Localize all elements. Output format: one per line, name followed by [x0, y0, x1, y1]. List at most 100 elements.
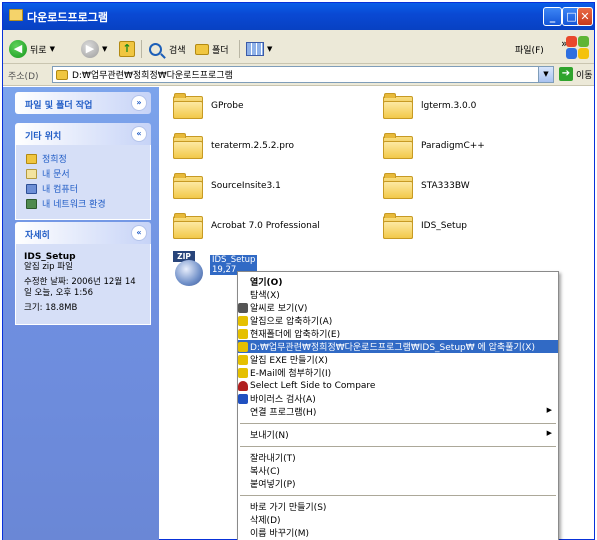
place-link[interactable]: 정희정	[26, 151, 142, 166]
folder-icon	[56, 69, 68, 80]
back-label: 뒤로	[30, 45, 47, 56]
menu-item-label: 잘라내기(T)	[250, 454, 296, 464]
folder-icon	[383, 93, 413, 119]
menu-item-virus-scan[interactable]: 바이러스 검사(A)	[238, 392, 558, 405]
alzip-icon	[238, 328, 248, 339]
search-icon	[149, 42, 162, 56]
place-link[interactable]: 내 네트워크 환경	[26, 196, 142, 211]
folder-item[interactable]: lgterm.3.0.0	[383, 89, 476, 123]
menu-item-label: 알집으로 압축하기(A)	[250, 317, 333, 327]
detail-modified: 수정한 날짜: 2006년 12월 14	[24, 277, 136, 287]
zip-file-name: IDS_Setup	[210, 255, 258, 265]
folder-item[interactable]: SourceInsite3.1	[173, 169, 281, 203]
folder-item[interactable]: IDS_Setup	[383, 209, 467, 243]
menu-item-open-with[interactable]: 연결 프로그램(H) ▶	[238, 405, 558, 418]
menu-item-cut[interactable]: 잘라내기(T)	[238, 451, 558, 464]
folder-item[interactable]: STA333BW	[383, 169, 470, 203]
folder-icon	[383, 213, 413, 239]
file-menu-label: 파일(F)	[515, 45, 544, 56]
computer-icon	[26, 183, 37, 194]
place-label: 내 문서	[42, 170, 70, 180]
panel-header[interactable]: 기타 위치 «	[15, 123, 151, 145]
menu-item-paste[interactable]: 붙여넣기(P)	[238, 477, 558, 490]
up-folder-button[interactable]: ↑	[119, 38, 135, 60]
search-button[interactable]: 검색	[149, 38, 186, 60]
menu-item-open[interactable]: 열기(O)	[238, 275, 558, 288]
file-tasks-panel: 파일 및 폴더 작업 »	[15, 92, 151, 114]
menu-item-label: 삭제(D)	[250, 516, 281, 526]
menu-item-copy[interactable]: 복사(C)	[238, 464, 558, 477]
detail-modified-2: 일 오늘, 오후 1:56	[24, 288, 93, 298]
menu-separator	[240, 446, 556, 447]
menu-item-explore[interactable]: 탐색(X)	[238, 288, 558, 301]
menu-item-send-to[interactable]: 보내기(N) ▶	[238, 428, 558, 441]
toolbar: ◀ 뒤로 ▼ ▶ ▼ ↑ 검색 폴더 ▼ 파일(F) »	[3, 34, 594, 64]
folder-icon	[173, 133, 203, 159]
folder-name: Acrobat 7.0 Professional	[211, 221, 320, 231]
menu-item-alzip-compress[interactable]: 알집으로 압축하기(A)	[238, 314, 558, 327]
folder-item[interactable]: ParadigmC++	[383, 129, 485, 163]
menu-item-alsee-view[interactable]: 알씨로 보기(V)	[238, 301, 558, 314]
place-link[interactable]: 내 컴퓨터	[26, 181, 142, 196]
folder-item[interactable]: teraterm.2.5.2.pro	[173, 129, 294, 163]
menu-item-make-exe[interactable]: 알집 EXE 만들기(X)	[238, 353, 558, 366]
menu-item-compare[interactable]: Select Left Side to Compare	[238, 379, 558, 392]
expand-icon[interactable]: »	[131, 95, 147, 111]
menu-item-extract-to-folder[interactable]: D:₩업무관련₩정희정₩다운로드프로그램₩IDS_Setup₩ 에 압축풀기(X…	[238, 340, 558, 353]
folder-icon	[173, 173, 203, 199]
go-button[interactable]: ➔ 이동	[559, 67, 593, 81]
forward-button[interactable]: ▶ ▼	[81, 38, 107, 60]
zip-file-icon[interactable]: ZIP	[173, 251, 205, 287]
collapse-icon[interactable]: «	[131, 225, 147, 241]
task-pane: 파일 및 폴더 작업 » 기타 위치 « 정희정 내 문서 내 컴퓨터 내 네트…	[3, 87, 159, 540]
archive-icon	[175, 260, 203, 286]
detail-file-name: IDS_Setup	[24, 252, 76, 262]
folders-icon	[195, 43, 209, 55]
address-input[interactable]: D:₩업무관련₩정희정₩다운로드프로그램 ▼	[52, 66, 554, 83]
views-button[interactable]: ▼	[246, 38, 272, 60]
menu-item-create-shortcut[interactable]: 바로 가기 만들기(S)	[238, 500, 558, 513]
folder-icon	[383, 133, 413, 159]
menu-item-label: 복사(C)	[250, 467, 280, 477]
panel-title: 자세히	[25, 231, 50, 241]
collapse-icon[interactable]: «	[131, 126, 147, 142]
detail-file-type: 알집 zip 파일	[24, 262, 73, 272]
folder-icon	[173, 93, 203, 119]
menu-item-label: 붙여넣기(P)	[250, 480, 296, 490]
window-title: 다운로드프로그램	[27, 11, 108, 24]
panel-header[interactable]: 파일 및 폴더 작업 »	[15, 92, 151, 114]
close-button[interactable]: ✕	[577, 7, 593, 26]
folder-item[interactable]: Acrobat 7.0 Professional	[173, 209, 320, 243]
folder-item[interactable]: GProbe	[173, 89, 244, 123]
caret-down-icon: ▼	[49, 45, 55, 53]
detail-size: 크기: 18.8MB	[24, 303, 78, 313]
title-bar[interactable]: 다운로드프로그램 _ □ ✕	[3, 3, 594, 30]
menu-item-delete[interactable]: 삭제(D)	[238, 513, 558, 526]
alzip-icon	[238, 341, 248, 352]
minimize-button[interactable]: _	[543, 7, 562, 26]
address-dropdown-button[interactable]: ▼	[538, 67, 553, 82]
back-button[interactable]: ◀ 뒤로 ▼	[9, 38, 55, 60]
alzip-icon	[238, 367, 248, 378]
menu-item-compress-here[interactable]: 현재폴더에 압축하기(E)	[238, 327, 558, 340]
menu-item-email-attach[interactable]: E-Mail에 첨부하기(I)	[238, 366, 558, 379]
menu-item-label: D:₩업무관련₩정희정₩다운로드프로그램₩IDS_Setup₩ 에 압축풀기(X…	[250, 343, 535, 353]
menu-item-label: 탐색(X)	[250, 291, 280, 301]
menu-item-label: 알씨로 보기(V)	[250, 304, 308, 314]
panel-header[interactable]: 자세히 «	[15, 222, 151, 244]
folder-name: teraterm.2.5.2.pro	[211, 141, 294, 151]
antivirus-icon	[238, 393, 248, 404]
menu-item-rename[interactable]: 이름 바꾸기(M)	[238, 526, 558, 539]
alsee-icon	[238, 302, 248, 313]
menu-item-label: 현재폴더에 압축하기(E)	[250, 330, 341, 340]
place-link[interactable]: 내 문서	[26, 166, 142, 181]
file-menu[interactable]: 파일(F)	[515, 38, 544, 60]
folder-name: lgterm.3.0.0	[421, 101, 477, 111]
alzip-icon	[238, 315, 248, 326]
compare-icon	[238, 380, 248, 391]
caret-down-icon: ▼	[102, 45, 108, 53]
search-label: 검색	[169, 45, 186, 56]
folders-button[interactable]: 폴더	[195, 38, 229, 60]
panel-body: 정희정 내 문서 내 컴퓨터 내 네트워크 환경	[15, 145, 151, 220]
menu-item-label: 연결 프로그램(H)	[250, 408, 317, 418]
